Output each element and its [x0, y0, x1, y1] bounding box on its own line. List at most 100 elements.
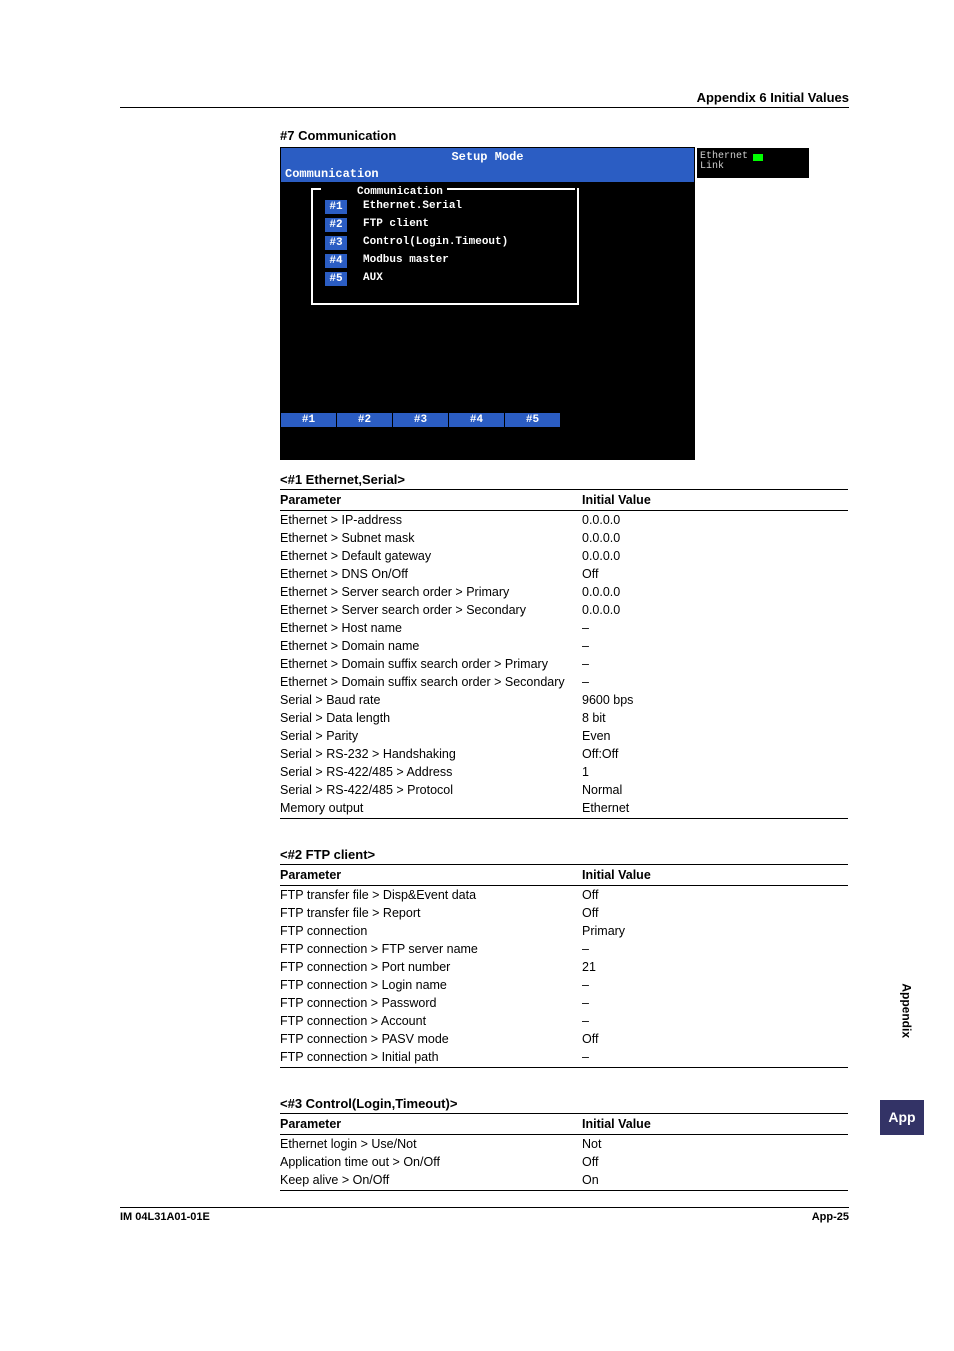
parameters-table: ParameterInitial ValueEthernet login > U… — [280, 1113, 848, 1191]
col-initial-value: Initial Value — [582, 865, 848, 886]
cell-parameter: Serial > Baud rate — [280, 691, 582, 709]
table-row: Ethernet > Domain suffix search order > … — [280, 655, 848, 673]
cell-parameter: FTP connection > PASV mode — [280, 1030, 582, 1048]
col-initial-value: Initial Value — [582, 490, 848, 511]
menu-legend: Communication — [353, 186, 447, 198]
menu-item[interactable]: #5 AUX — [325, 272, 508, 290]
cell-value: Not — [582, 1135, 848, 1154]
cell-value: 1 — [582, 763, 848, 781]
softkey[interactable]: #5 — [505, 413, 561, 427]
table-row: Memory outputEthernet — [280, 799, 848, 819]
table-row: Ethernet > Default gateway0.0.0.0 — [280, 547, 848, 565]
cell-parameter: Ethernet > Subnet mask — [280, 529, 582, 547]
cell-value: – — [582, 637, 848, 655]
setup-mode-screenshot: Setup Mode Ethernet Link Communication C… — [280, 147, 695, 460]
cell-parameter: Ethernet > IP-address — [280, 511, 582, 530]
cell-parameter: Ethernet > Domain suffix search order > … — [280, 673, 582, 691]
running-header: Appendix 6 Initial Values — [120, 90, 849, 108]
cell-value: 0.0.0.0 — [582, 511, 848, 530]
table-row: Ethernet > Domain name– — [280, 637, 848, 655]
cell-parameter: Serial > RS-422/485 > Address — [280, 763, 582, 781]
table-row: Keep alive > On/OffOn — [280, 1171, 848, 1191]
table-row: FTP connection > FTP server name– — [280, 940, 848, 958]
cell-value: – — [582, 940, 848, 958]
table-row: Serial > RS-232 > HandshakingOff:Off — [280, 745, 848, 763]
table-row: Ethernet login > Use/NotNot — [280, 1135, 848, 1154]
table-row: FTP connection > Account– — [280, 1012, 848, 1030]
table-row: Serial > RS-422/485 > Address1 — [280, 763, 848, 781]
parameters-table: ParameterInitial ValueFTP transfer file … — [280, 864, 848, 1068]
menu-item-num: #3 — [325, 236, 347, 250]
table-row: FTP connectionPrimary — [280, 922, 848, 940]
table-row: Ethernet > Subnet mask0.0.0.0 — [280, 529, 848, 547]
page-footer: IM 04L31A01-01E App-25 — [120, 1207, 849, 1223]
cell-parameter: Serial > Data length — [280, 709, 582, 727]
cell-value: – — [582, 619, 848, 637]
section-title: #7 Communication — [280, 128, 849, 143]
menu-item[interactable]: #2FTP client — [325, 218, 508, 236]
cell-parameter: FTP connection — [280, 922, 582, 940]
cell-parameter: Ethernet > Domain suffix search order > … — [280, 655, 582, 673]
softkey[interactable]: #1 — [281, 413, 337, 427]
menu-item[interactable]: #1Ethernet.Serial — [325, 200, 508, 218]
table-row: Ethernet > Host name– — [280, 619, 848, 637]
cell-value: – — [582, 1048, 848, 1068]
table-row: Application time out > On/OffOff — [280, 1153, 848, 1171]
cell-value: Off — [582, 565, 848, 583]
cell-value: Off — [582, 886, 848, 905]
menu-item[interactable]: #3Control(Login.Timeout) — [325, 236, 508, 254]
table-row: Ethernet > Domain suffix search order > … — [280, 673, 848, 691]
cell-parameter: FTP connection > Port number — [280, 958, 582, 976]
cell-value: – — [582, 655, 848, 673]
subsection-title: <#1 Ethernet,Serial> — [280, 472, 849, 487]
cell-parameter: Ethernet > Domain name — [280, 637, 582, 655]
table-row: Serial > Baud rate9600 bps — [280, 691, 848, 709]
link-led-icon — [753, 154, 763, 161]
cell-parameter: Ethernet > Server search order > Primary — [280, 583, 582, 601]
menu-item-label: AUX — [363, 272, 383, 290]
cell-parameter: Application time out > On/Off — [280, 1153, 582, 1171]
table-row: Serial > ParityEven — [280, 727, 848, 745]
table-row: Ethernet > IP-address0.0.0.0 — [280, 511, 848, 530]
cell-value: Even — [582, 727, 848, 745]
cell-parameter: Ethernet > Server search order > Seconda… — [280, 601, 582, 619]
table-row: Ethernet > Server search order > Seconda… — [280, 601, 848, 619]
softkey[interactable]: #2 — [337, 413, 393, 427]
table-row: Serial > Data length8 bit — [280, 709, 848, 727]
table-row: FTP connection > Login name– — [280, 976, 848, 994]
cell-parameter: FTP connection > Initial path — [280, 1048, 582, 1068]
subsection-title: <#3 Control(Login,Timeout)> — [280, 1096, 849, 1111]
cell-value: On — [582, 1171, 848, 1191]
cell-parameter: FTP connection > Account — [280, 1012, 582, 1030]
softkey[interactable]: #3 — [393, 413, 449, 427]
cell-value: 0.0.0.0 — [582, 601, 848, 619]
menu-item[interactable]: #4Modbus master — [325, 254, 508, 272]
cell-parameter: Ethernet login > Use/Not — [280, 1135, 582, 1154]
table-row: FTP connection > Initial path– — [280, 1048, 848, 1068]
cell-parameter: Ethernet > Default gateway — [280, 547, 582, 565]
cell-value: 8 bit — [582, 709, 848, 727]
cell-parameter: Keep alive > On/Off — [280, 1171, 582, 1191]
table-row: Ethernet > DNS On/OffOff — [280, 565, 848, 583]
cell-parameter: Serial > Parity — [280, 727, 582, 745]
cell-parameter: Ethernet > Host name — [280, 619, 582, 637]
cell-value: Normal — [582, 781, 848, 799]
cell-parameter: Serial > RS-422/485 > Protocol — [280, 781, 582, 799]
softkey[interactable]: #4 — [449, 413, 505, 427]
cell-parameter: FTP transfer file > Disp&Event data — [280, 886, 582, 905]
cell-value: 0.0.0.0 — [582, 583, 848, 601]
cell-value: 0.0.0.0 — [582, 547, 848, 565]
cell-value: Ethernet — [582, 799, 848, 819]
doc-id: IM 04L31A01-01E — [120, 1211, 210, 1223]
col-parameter: Parameter — [280, 490, 582, 511]
cell-value: – — [582, 673, 848, 691]
table-row: Ethernet > Server search order > Primary… — [280, 583, 848, 601]
menu-item-num: #5 — [325, 272, 347, 286]
col-initial-value: Initial Value — [582, 1114, 848, 1135]
cell-value: Off — [582, 1030, 848, 1048]
cell-parameter: FTP transfer file > Report — [280, 904, 582, 922]
cell-parameter: Ethernet > DNS On/Off — [280, 565, 582, 583]
cell-value: 21 — [582, 958, 848, 976]
menu-item-num: #2 — [325, 218, 347, 232]
cell-value: Off — [582, 904, 848, 922]
